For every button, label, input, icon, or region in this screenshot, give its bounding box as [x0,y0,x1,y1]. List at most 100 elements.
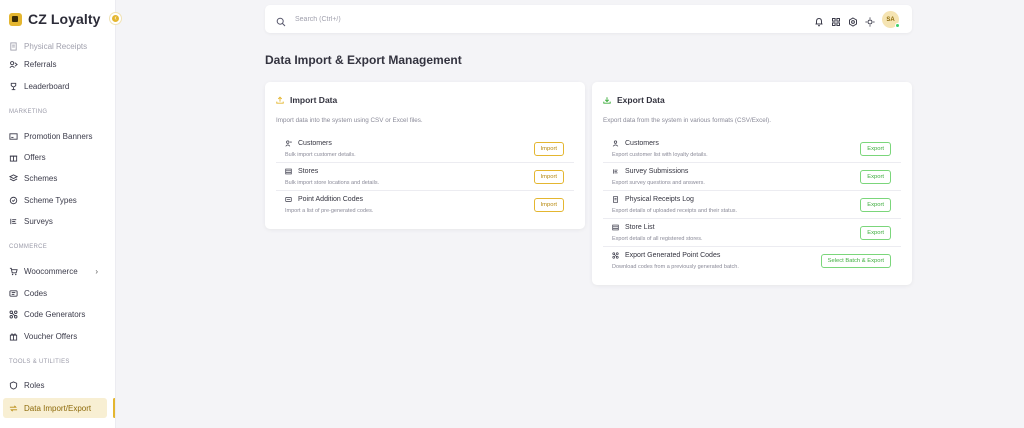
user-icon [612,140,619,147]
row-title: Customers [625,140,659,147]
sidebar-item-label: Referrals [24,59,57,69]
row-title: Point Addition Codes [298,196,363,203]
sidebar-item-label: Codes [24,288,48,298]
barcode-icon [285,196,292,203]
select-batch-export-button[interactable]: Select Batch & Export [820,254,891,268]
export-survey-submissions-button[interactable]: Export [860,170,891,184]
sidebar-item-label: Leaderboard [24,81,70,91]
sidebar-item-schemes[interactable]: Schemes [0,168,115,188]
export-physical-receipts-button[interactable]: Export [860,198,891,212]
voucher-icon [9,332,18,341]
chevron-left-icon: ‹ [114,15,117,22]
sidebar-item-label: Surveys [24,216,53,226]
import-row: Stores Bulk import store locations and d… [276,163,574,191]
export-customers-button[interactable]: Export [860,142,891,156]
collapse-sidebar-button[interactable]: ‹ [110,13,121,24]
sidebar-item-label: Schemes [24,173,58,183]
import-export-icon [9,404,18,413]
import-card-header: Import Data [276,95,337,105]
sidebar-item-offers[interactable]: Offers [0,147,115,167]
bell-icon[interactable] [814,14,824,27]
shield-icon [9,380,18,390]
settings-icon[interactable] [848,14,858,27]
sidebar-item-label: Woocommerce [24,266,78,276]
sidebar-item-code-generators[interactable]: Code Generators [0,304,115,324]
row-description: Bulk import store locations and details. [285,180,380,186]
active-indicator [113,398,115,418]
sidebar-item-label: Promotion Banners [24,131,93,141]
store-icon [612,224,619,231]
apps-grid-icon[interactable] [831,14,841,26]
sun-icon[interactable] [865,14,875,27]
row-description: Export details of uploaded receipts and … [612,208,738,214]
export-store-list-button[interactable]: Export [860,226,891,240]
row-description: Download codes from a previously generat… [612,264,739,270]
sidebar: CZ Loyalty Physical Receipts Referrals L… [0,0,116,428]
trophy-icon [9,82,18,91]
scheme-types-icon [9,196,18,205]
sidebar-item-label: Physical Receipts [24,41,88,51]
sidebar-item-data-import-export[interactable]: Data Import/Export [3,398,107,418]
import-point-codes-button[interactable]: Import [533,198,564,212]
export-card-header: Export Data [603,95,665,105]
avatar[interactable]: SA [882,11,900,28]
sidebar-item-label: Voucher Offers [24,331,78,341]
codes-icon [9,289,18,298]
sidebar-item-woocommerce[interactable]: Woocommerce › [0,261,115,281]
search-icon [276,14,286,27]
export-row: Export Generated Point Codes Download co… [603,247,901,275]
brand-name: CZ Loyalty [28,11,101,27]
row-description: Import a list of pre-generated codes. [285,208,374,214]
row-title: Customers [298,140,332,147]
import-card-description: Import data into the system using CSV or… [276,117,423,124]
row-title: Stores [298,168,319,175]
banner-icon [9,132,18,141]
chevron-right-icon: › [95,266,98,276]
schemes-icon [9,173,18,183]
import-customers-button[interactable]: Import [533,142,564,156]
sidebar-item-label: Code Generators [24,309,86,319]
row-title: Store List [625,224,655,231]
receipt-icon [9,41,18,51]
import-card-title: Import Data [290,95,338,105]
sidebar-item-label: Scheme Types [24,195,77,205]
cart-icon [9,267,18,276]
row-title: Survey Submissions [625,168,689,175]
topbar: SA [265,5,912,33]
survey-icon [612,168,619,175]
sidebar-item-scheme-types[interactable]: Scheme Types [0,190,115,210]
code-generator-icon [612,252,619,259]
surveys-icon [9,217,18,226]
sidebar-item-surveys[interactable]: Surveys [0,211,115,231]
sidebar-item-voucher-offers[interactable]: Voucher Offers [0,326,115,346]
import-data-card: Import Data Import data into the system … [265,82,585,229]
avatar-initials: SA [886,16,895,23]
export-card-title: Export Data [617,95,665,105]
sidebar-item-physical-receipts[interactable]: Physical Receipts [0,36,115,56]
sidebar-item-codes[interactable]: Codes [0,283,115,303]
sidebar-item-promotion-banners[interactable]: Promotion Banners [0,126,115,146]
sidebar-item-label: Roles [24,380,45,390]
row-description: Export details of all registered stores. [612,236,703,242]
code-generator-icon [9,310,18,319]
row-description: Bulk import customer details. [285,152,356,158]
search-input[interactable] [295,12,595,26]
sidebar-item-roles[interactable]: Roles [0,375,115,395]
sidebar-item-label: Offers [24,152,46,162]
row-description: Export customer list with loyalty detail… [612,152,708,158]
receipt-icon [612,196,619,203]
import-row: Point Addition Codes Import a list of pr… [276,191,574,219]
export-row: Survey Submissions Export survey questio… [603,163,901,191]
import-stores-button[interactable]: Import [533,170,564,184]
sidebar-item-referrals[interactable]: Referrals [0,54,115,74]
section-tools: TOOLS & UTILITIES [9,359,70,365]
sidebar-item-label: Data Import/Export [24,403,92,413]
user-plus-icon [285,140,292,147]
brand[interactable]: CZ Loyalty [9,9,101,29]
section-marketing: MARKETING [9,109,48,115]
sidebar-item-leaderboard[interactable]: Leaderboard [0,76,115,96]
import-row: Customers Bulk import customer details. … [276,135,574,163]
gift-icon [9,153,18,162]
row-title: Physical Receipts Log [625,196,694,203]
logo-icon [9,12,22,26]
